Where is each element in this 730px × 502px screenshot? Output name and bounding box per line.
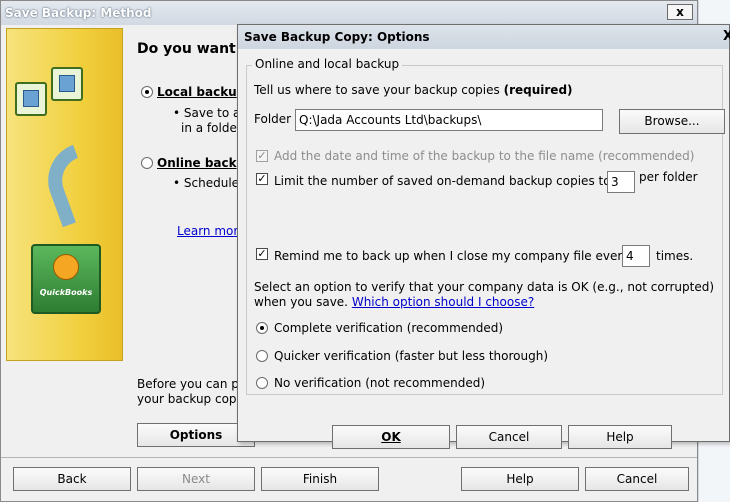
learn-more-link[interactable]: Learn mor	[177, 224, 238, 238]
complete-verification-radio[interactable]	[256, 322, 268, 334]
folder-label: Folder	[254, 112, 292, 126]
remind-suffix: times.	[656, 249, 694, 263]
local-backup-bullet-cont: in a folder	[181, 121, 242, 135]
dialog-help-button[interactable]: Help	[568, 425, 672, 449]
footer-divider	[1, 457, 697, 458]
backup-file-icon	[15, 82, 47, 116]
dialog-title: Save Backup Copy: Options	[238, 25, 729, 49]
remind-input[interactable]: 4	[622, 245, 650, 267]
browse-button[interactable]: Browse...	[619, 109, 725, 134]
local-backup-radio[interactable]	[141, 86, 153, 98]
group-label: Online and local backup	[252, 57, 403, 71]
window-title: Save Backup: Method	[1, 1, 697, 25]
no-verification-radio[interactable]	[256, 377, 268, 389]
page-heading: Do you want	[137, 41, 236, 57]
add-date-checkbox[interactable]: ✓	[256, 150, 268, 162]
remind-checkbox[interactable]: ✓	[256, 248, 268, 260]
required-label: (required)	[503, 83, 573, 97]
verify-text-cont: when you save. Which option should I cho…	[254, 295, 534, 309]
online-backup-bullet: • Schedule	[173, 176, 240, 190]
help-button[interactable]: Help	[461, 467, 579, 491]
verify-text-end: when you save.	[254, 295, 348, 309]
quicker-verification-label: Quicker verification (faster but less th…	[274, 349, 548, 363]
before-text-cont: your backup copi	[137, 392, 240, 406]
quickbooks-logo: QuickBooks	[31, 244, 101, 314]
finish-button[interactable]: Finish	[261, 467, 379, 491]
local-backup-bullet: • Save to a	[173, 106, 241, 120]
ok-button[interactable]: OK	[332, 425, 450, 449]
cancel-button[interactable]: Cancel	[585, 467, 689, 491]
close-button[interactable]: x	[667, 4, 693, 20]
folder-path-input[interactable]: Q:\Jada Accounts Ltd\backups\	[295, 109, 603, 131]
back-button[interactable]: Back	[13, 467, 131, 491]
limit-copies-input[interactable]: 3	[607, 171, 635, 193]
instruction-text: Tell us where to save your backup copies…	[254, 83, 573, 97]
add-date-label: Add the date and time of the backup to t…	[274, 149, 695, 163]
which-option-link[interactable]: Which option should I choose?	[352, 295, 534, 309]
local-backup-label[interactable]: Local backu	[157, 85, 237, 99]
instruction-text-main: Tell us where to save your backup copies	[254, 83, 504, 97]
dialog-close-icon[interactable]: X	[723, 29, 730, 44]
online-backup-label[interactable]: Online back	[157, 156, 237, 170]
limit-copies-suffix: per folder	[639, 170, 698, 184]
remind-label: Remind me to back up when I close my com…	[274, 249, 630, 263]
backup-options-dialog: Save Backup Copy: Options X Online and l…	[237, 24, 730, 449]
next-button[interactable]: Next	[137, 467, 255, 491]
limit-copies-label: Limit the number of saved on-demand back…	[274, 174, 611, 188]
quicker-verification-radio[interactable]	[256, 350, 268, 362]
company-file-icon	[51, 67, 83, 101]
side-illustration: QuickBooks	[6, 28, 123, 361]
before-text: Before you can p	[137, 377, 239, 391]
restore-arrow-icon	[37, 144, 99, 228]
online-backup-radio[interactable]	[141, 157, 153, 169]
complete-verification-label: Complete verification (recommended)	[274, 321, 504, 335]
no-verification-label: No verification (not recommended)	[274, 376, 486, 390]
dialog-cancel-button[interactable]: Cancel	[456, 425, 562, 449]
limit-copies-checkbox[interactable]: ✓	[256, 173, 268, 185]
verify-text: Select an option to verify that your com…	[254, 280, 714, 294]
